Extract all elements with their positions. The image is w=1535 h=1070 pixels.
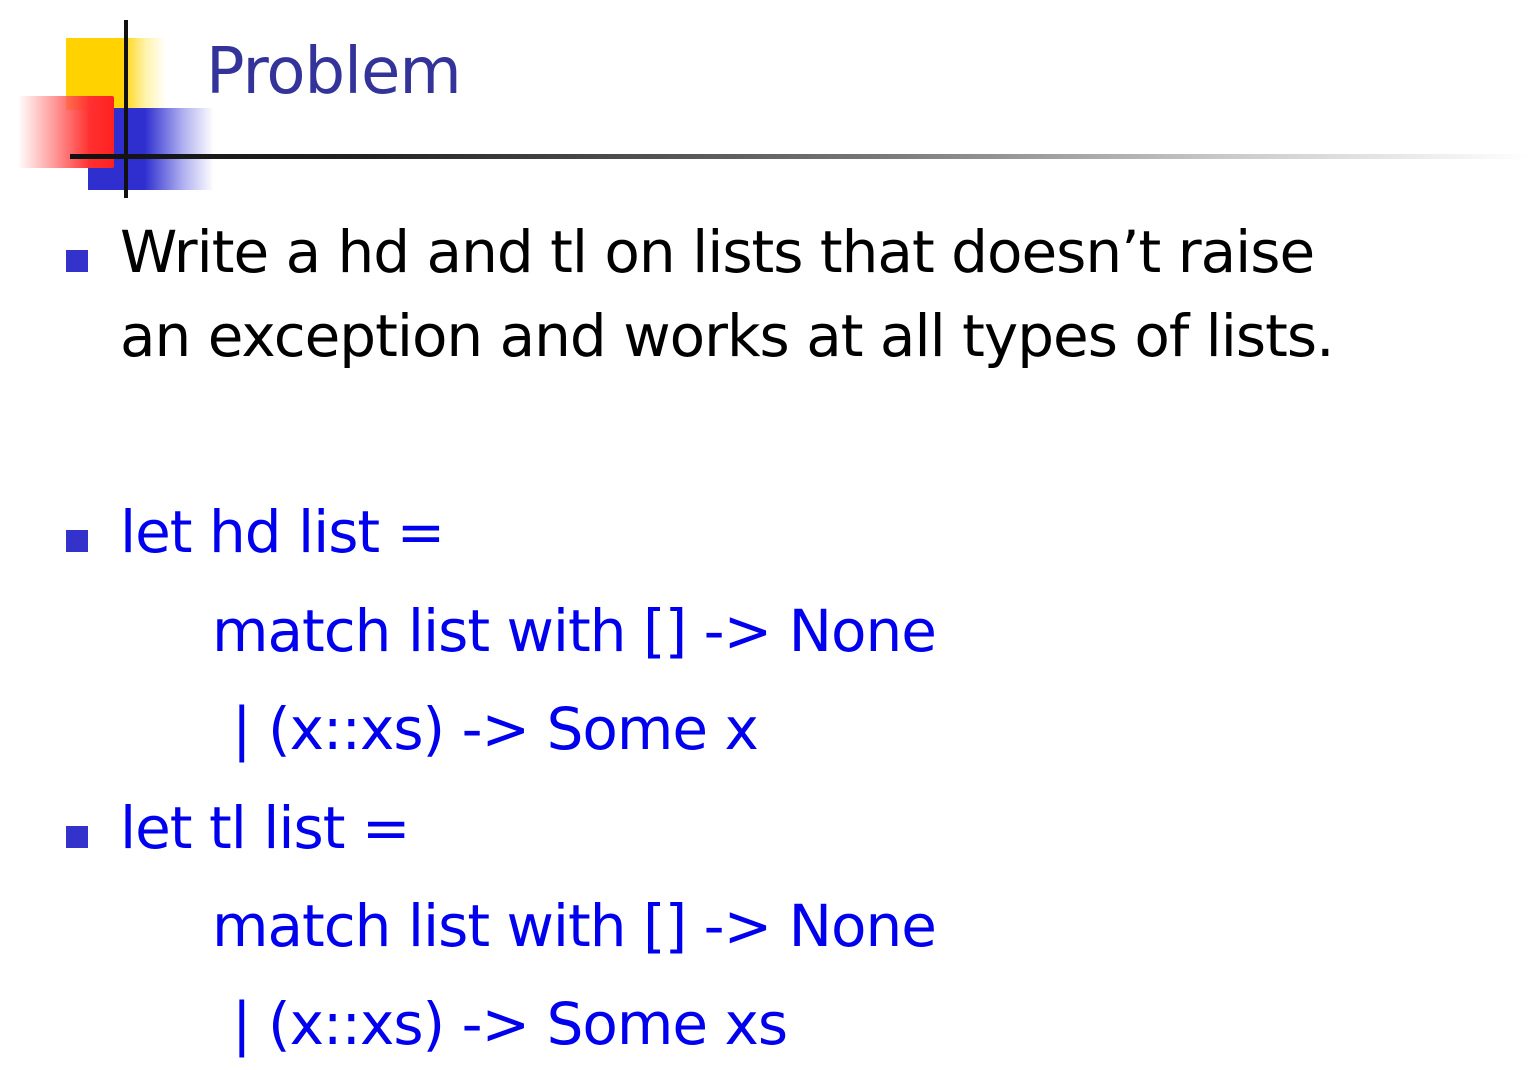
code-hd-line-1: let hd list = bbox=[120, 498, 445, 566]
slide-title: Problem bbox=[206, 35, 462, 109]
code-hd-line-2: match list with [] -> None bbox=[212, 597, 937, 665]
bullet-1-line-1: Write a hd and tl on lists that doesn’t … bbox=[120, 218, 1315, 286]
code-tl-line-3: | (x::xs) -> Some xs bbox=[232, 990, 788, 1058]
bullet-square-icon bbox=[66, 530, 88, 552]
code-tl-line-1: let tl list = bbox=[120, 794, 410, 862]
bullet-1-line-2: an exception and works at all types of l… bbox=[120, 302, 1335, 370]
slide: Problem Write a hd and tl on lists that … bbox=[0, 0, 1535, 1070]
code-hd-line-3: | (x::xs) -> Some x bbox=[232, 695, 759, 763]
bullet-square-icon bbox=[66, 250, 88, 272]
code-tl-line-2: match list with [] -> None bbox=[212, 892, 937, 960]
title-underline-rule bbox=[70, 154, 1530, 159]
bullet-square-icon bbox=[66, 826, 88, 848]
logo-vertical-rule bbox=[124, 20, 128, 198]
